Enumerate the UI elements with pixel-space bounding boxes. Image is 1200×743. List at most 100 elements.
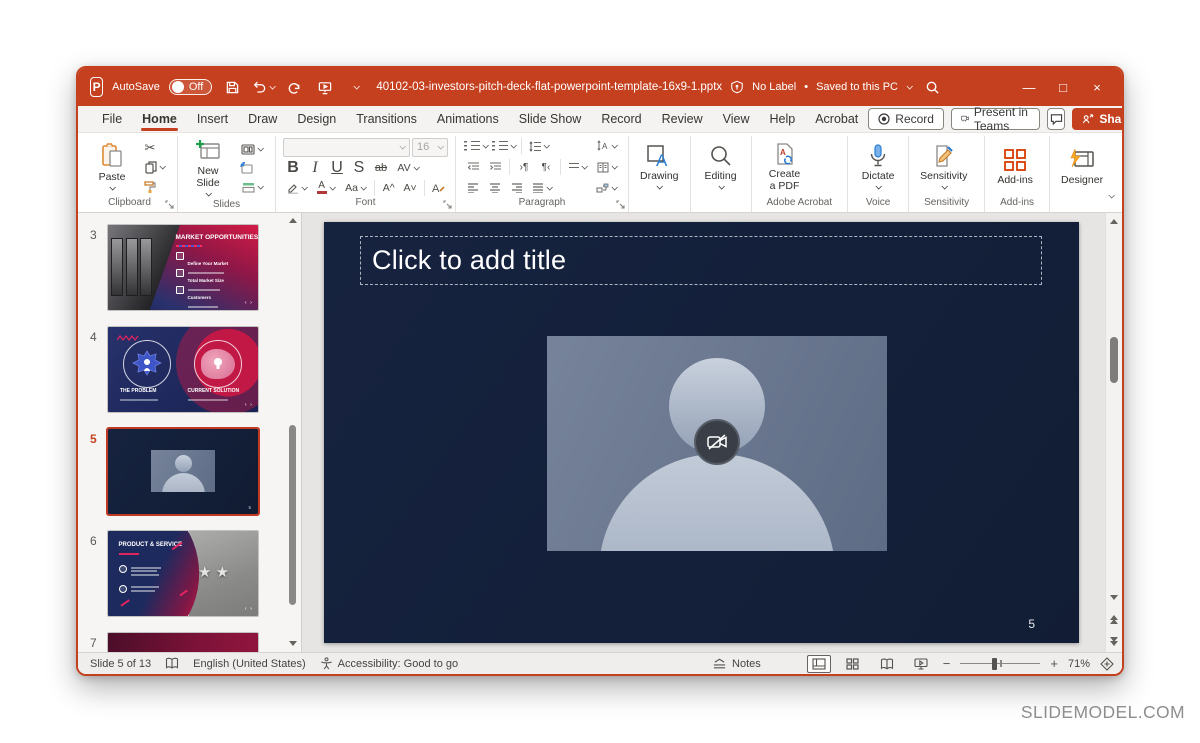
start-slideshow-button[interactable] — [314, 74, 336, 100]
format-painter-button[interactable] — [140, 177, 160, 195]
redo-button[interactable] — [283, 74, 305, 100]
language-button[interactable]: English (United States) — [193, 658, 306, 670]
slide-5-thumbnail[interactable]: 5 — [108, 429, 258, 514]
reset-slide-button[interactable] — [236, 159, 256, 177]
decrease-indent-button[interactable] — [463, 158, 483, 176]
close-button[interactable]: × — [1080, 74, 1114, 100]
slide-6-thumbnail[interactable]: ★ ★ PRODUCT & SERVICE ‹ › — [108, 531, 258, 616]
tab-file[interactable]: File — [92, 108, 132, 130]
layout-button[interactable] — [236, 140, 268, 158]
tab-transitions[interactable]: Transitions — [346, 108, 427, 130]
customize-quick-access-button[interactable] — [345, 74, 367, 100]
zoom-out-button[interactable]: − — [943, 656, 951, 671]
tab-help[interactable]: Help — [759, 108, 805, 130]
tab-acrobat[interactable]: Acrobat — [805, 108, 868, 130]
zoom-in-button[interactable]: + — [1050, 656, 1058, 671]
align-text-button[interactable] — [565, 158, 591, 176]
scroll-down-icon[interactable] — [1110, 595, 1118, 600]
create-pdf-button[interactable]: A Create a PDF — [759, 140, 811, 194]
editing-button[interactable]: Editing — [698, 142, 744, 192]
tab-draw[interactable]: Draw — [238, 108, 287, 130]
character-spacing-button[interactable]: AV — [393, 159, 423, 177]
align-left-button[interactable] — [463, 179, 483, 197]
next-slide-button[interactable] — [1110, 637, 1118, 646]
designer-button[interactable]: Designer — [1057, 146, 1107, 188]
previous-slide-button[interactable] — [1110, 615, 1118, 624]
dictate-button[interactable]: Dictate — [855, 142, 901, 192]
font-dialog-launcher[interactable] — [443, 200, 452, 209]
slide-counter[interactable]: Slide 5 of 13 — [90, 658, 151, 670]
text-shadow-button[interactable]: S — [349, 159, 369, 177]
align-right-button[interactable] — [507, 179, 527, 197]
cameo-camera-placeholder[interactable] — [547, 336, 887, 551]
slide-7-thumbnail[interactable]: REVENUE MODEL — [108, 633, 258, 652]
increase-font-button[interactable]: A^ — [379, 179, 398, 197]
drawing-button[interactable]: A Drawing — [636, 142, 683, 192]
slide-3-thumbnail[interactable]: MARKET OPPORTUNITIES Define Your Market … — [108, 225, 258, 310]
tab-insert[interactable]: Insert — [187, 108, 238, 130]
fit-to-window-button[interactable] — [1100, 657, 1114, 671]
justify-button[interactable] — [529, 179, 555, 197]
font-color-button[interactable]: A — [312, 179, 339, 197]
main-scrollbar-thumb[interactable] — [1110, 337, 1118, 383]
thumbnail-scrollbar[interactable] — [286, 213, 300, 652]
underline-button[interactable]: U — [327, 159, 347, 177]
autosave-toggle[interactable]: Off — [169, 79, 212, 95]
convert-to-smartart-button[interactable] — [591, 179, 621, 197]
search-button[interactable] — [921, 74, 943, 100]
title-placeholder[interactable]: Click to add title — [360, 236, 1042, 285]
scroll-up-icon[interactable] — [289, 218, 297, 223]
saved-status[interactable]: Saved to this PC — [816, 81, 898, 93]
line-spacing-button[interactable] — [526, 137, 552, 155]
undo-button[interactable] — [252, 74, 274, 100]
main-scrollbar[interactable] — [1105, 213, 1122, 652]
text-direction-button[interactable]: A — [593, 137, 621, 155]
minimize-button[interactable]: — — [1012, 74, 1046, 100]
collapse-ribbon-button[interactable] — [1108, 186, 1114, 204]
normal-view-button[interactable] — [807, 655, 831, 673]
tab-review[interactable]: Review — [652, 108, 713, 130]
add-ins-button[interactable]: Add-ins — [992, 146, 1038, 188]
scroll-up-icon[interactable] — [1110, 219, 1118, 224]
increase-indent-button[interactable] — [485, 158, 505, 176]
zoom-slider-handle[interactable] — [992, 658, 997, 670]
clipboard-dialog-launcher[interactable] — [165, 200, 174, 209]
copy-button[interactable] — [140, 158, 170, 176]
label-status[interactable]: No Label — [752, 81, 796, 93]
tab-slide-show[interactable]: Slide Show — [509, 108, 592, 130]
slideshow-view-button[interactable] — [909, 655, 933, 673]
paragraph-dialog-launcher[interactable] — [616, 200, 625, 209]
tab-home[interactable]: Home — [132, 108, 187, 130]
reading-view-button[interactable] — [875, 655, 899, 673]
change-case-button[interactable]: Aa — [341, 179, 370, 197]
accessibility-checker[interactable]: Accessibility: Good to go — [320, 657, 458, 670]
camera-off-badge[interactable] — [694, 419, 740, 465]
comments-button[interactable] — [1047, 108, 1065, 130]
left-to-right-button[interactable]: ›¶ — [514, 158, 534, 176]
zoom-level-button[interactable]: 71% — [1068, 658, 1090, 670]
text-highlight-button[interactable] — [283, 179, 310, 197]
numbering-button[interactable] — [491, 137, 517, 155]
tab-view[interactable]: View — [713, 108, 760, 130]
notes-button[interactable]: Notes — [712, 658, 761, 670]
right-to-left-button[interactable]: ¶‹ — [536, 158, 556, 176]
bold-button[interactable]: B — [283, 159, 303, 177]
font-name-select[interactable] — [283, 138, 410, 157]
slide-4-thumbnail[interactable]: THE PROBLEM CURRENT SOLUTION ‹ › — [108, 327, 258, 412]
record-button[interactable]: Record — [868, 108, 944, 130]
clear-formatting-button[interactable]: A — [429, 179, 448, 197]
maximize-button[interactable]: □ — [1046, 74, 1080, 100]
section-button[interactable] — [236, 178, 268, 196]
tab-design[interactable]: Design — [287, 108, 346, 130]
save-button[interactable] — [221, 74, 243, 100]
current-slide[interactable]: Click to add title 5 — [324, 222, 1079, 643]
italic-button[interactable]: I — [305, 159, 325, 177]
columns-button[interactable] — [593, 158, 621, 176]
bullets-button[interactable] — [463, 137, 489, 155]
cut-button[interactable]: ✂ — [140, 139, 160, 157]
scroll-down-icon[interactable] — [289, 641, 297, 646]
font-size-select[interactable]: 16 — [412, 138, 448, 157]
decrease-font-button[interactable]: A˅ — [400, 179, 419, 197]
strikethrough-button[interactable]: ab — [371, 159, 391, 177]
sensitivity-button[interactable]: Sensitivity — [916, 142, 971, 192]
